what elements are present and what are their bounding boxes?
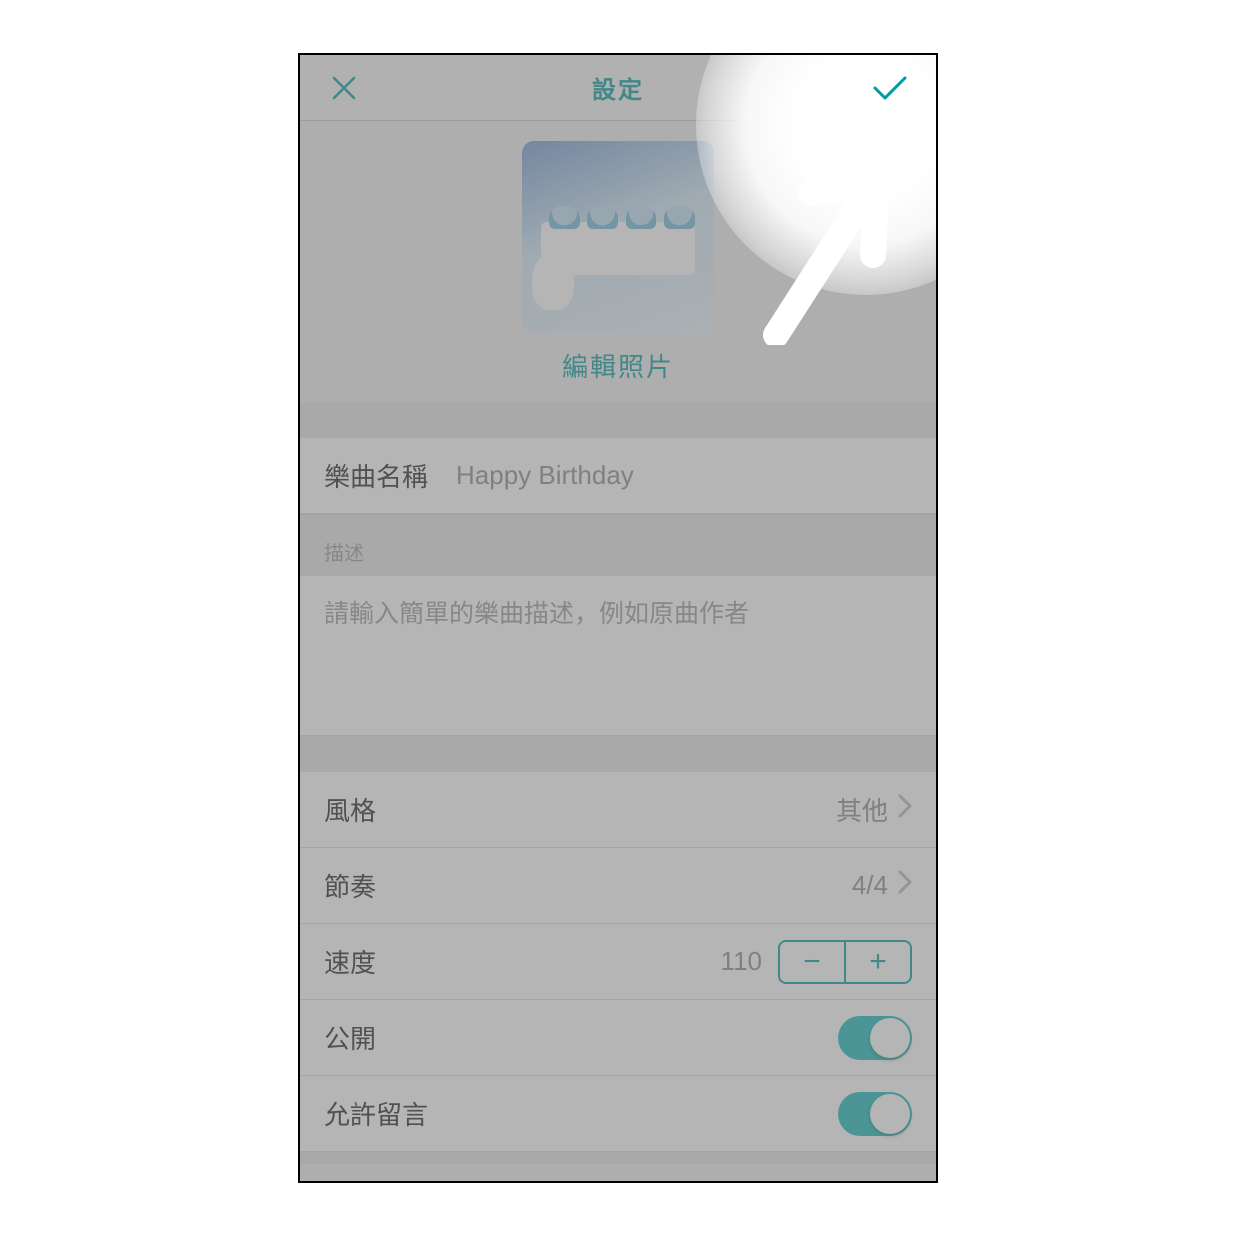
content-scroll[interactable]: 編輯照片 樂曲名稱 Happy Birthday 描述 請輸入簡單的樂曲描述，例… bbox=[300, 121, 936, 1164]
tempo-row: 速度 110 − + bbox=[300, 924, 936, 1000]
public-toggle[interactable] bbox=[838, 1016, 912, 1060]
close-button[interactable] bbox=[322, 66, 366, 110]
style-value: 其他 bbox=[836, 791, 888, 828]
rhythm-value: 4/4 bbox=[852, 870, 888, 901]
song-name-row[interactable]: 樂曲名稱 Happy Birthday bbox=[300, 438, 936, 514]
public-label: 公開 bbox=[324, 1019, 376, 1056]
style-label: 風格 bbox=[324, 791, 376, 828]
section-gap-2 bbox=[300, 736, 936, 772]
tempo-minus-button[interactable]: − bbox=[780, 942, 844, 982]
edit-photo-link[interactable]: 編輯照片 bbox=[562, 347, 674, 384]
comments-label: 允許留言 bbox=[324, 1095, 428, 1132]
section-gap bbox=[300, 402, 936, 438]
confirm-button[interactable] bbox=[816, 55, 936, 121]
tempo-plus-button[interactable]: + bbox=[846, 942, 910, 982]
page-title: 設定 bbox=[592, 70, 644, 105]
section-gap-3 bbox=[300, 1152, 936, 1164]
description-input[interactable]: 請輸入簡單的樂曲描述，例如原曲作者 bbox=[300, 576, 936, 736]
rhythm-row[interactable]: 節奏 4/4 bbox=[300, 848, 936, 924]
tempo-value: 110 bbox=[721, 946, 762, 977]
tempo-stepper: − + bbox=[778, 940, 912, 984]
chevron-right-icon bbox=[898, 870, 912, 901]
song-name-value: Happy Birthday bbox=[456, 460, 634, 491]
public-row: 公開 bbox=[300, 1000, 936, 1076]
song-photo[interactable] bbox=[522, 141, 714, 333]
chevron-right-icon bbox=[898, 794, 912, 825]
phone-frame: 設定 編輯照片 樂曲名稱 Happy Birthday 描述 請輸入簡單的樂曲描… bbox=[298, 53, 938, 1183]
song-name-label: 樂曲名稱 bbox=[324, 457, 428, 494]
tempo-label: 速度 bbox=[324, 943, 376, 980]
comments-toggle[interactable] bbox=[838, 1092, 912, 1136]
check-icon bbox=[872, 74, 908, 102]
rhythm-label: 節奏 bbox=[324, 867, 376, 904]
style-row[interactable]: 風格 其他 bbox=[300, 772, 936, 848]
description-header: 描述 bbox=[300, 514, 936, 576]
photo-section: 編輯照片 bbox=[300, 121, 936, 402]
comments-row: 允許留言 bbox=[300, 1076, 936, 1152]
